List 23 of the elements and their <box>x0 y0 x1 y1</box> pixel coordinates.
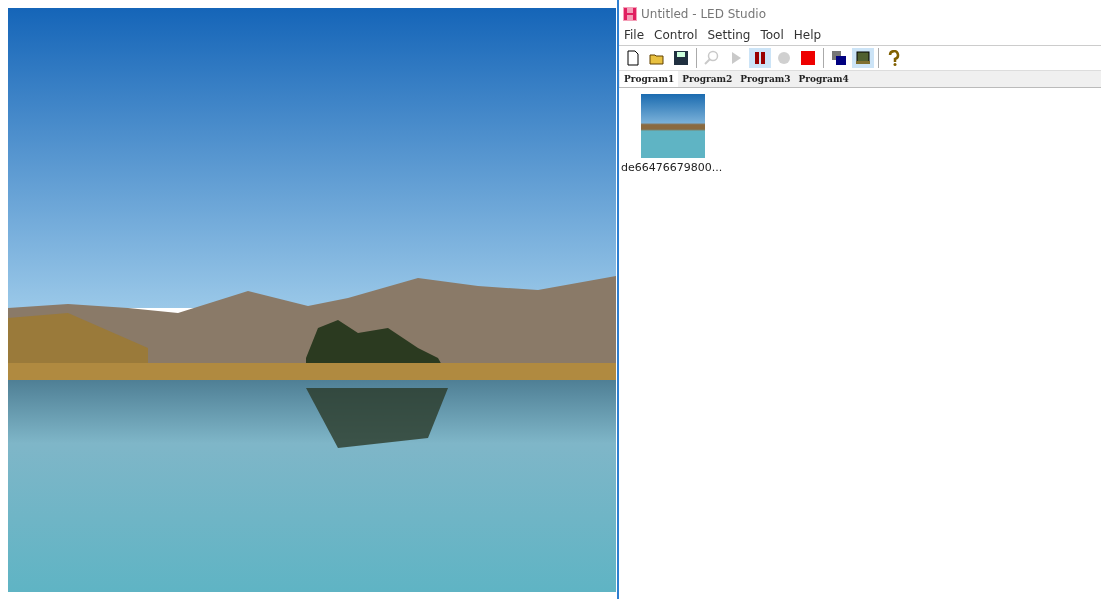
app-logo-icon <box>623 7 637 21</box>
magnifier-icon <box>704 50 720 66</box>
layers-icon <box>831 50 847 66</box>
menu-item[interactable]: Tool <box>757 27 787 43</box>
menu-item[interactable]: Control <box>651 27 701 43</box>
pause-icon <box>752 50 768 66</box>
monitor-icon <box>855 50 871 66</box>
window-title: Untitled - LED Studio <box>641 7 766 21</box>
menu-item[interactable]: Help <box>790 27 825 43</box>
record-icon <box>776 50 792 66</box>
menu-item[interactable]: File <box>621 27 648 43</box>
file-name: de66476679800... <box>621 161 723 174</box>
toolbar-button[interactable] <box>852 48 874 68</box>
menu-item[interactable]: Setting <box>704 27 754 43</box>
tab[interactable]: Program2 <box>678 71 737 87</box>
tab[interactable]: Program3 <box>736 71 795 87</box>
tab[interactable]: Program4 <box>794 71 853 87</box>
stop-icon <box>800 50 816 66</box>
tab[interactable]: Program1 <box>620 71 679 87</box>
toolbar-button[interactable] <box>749 48 771 68</box>
thumbnail-image[interactable] <box>641 94 705 158</box>
question-mark-icon <box>886 50 902 66</box>
new-document-icon <box>625 50 641 66</box>
